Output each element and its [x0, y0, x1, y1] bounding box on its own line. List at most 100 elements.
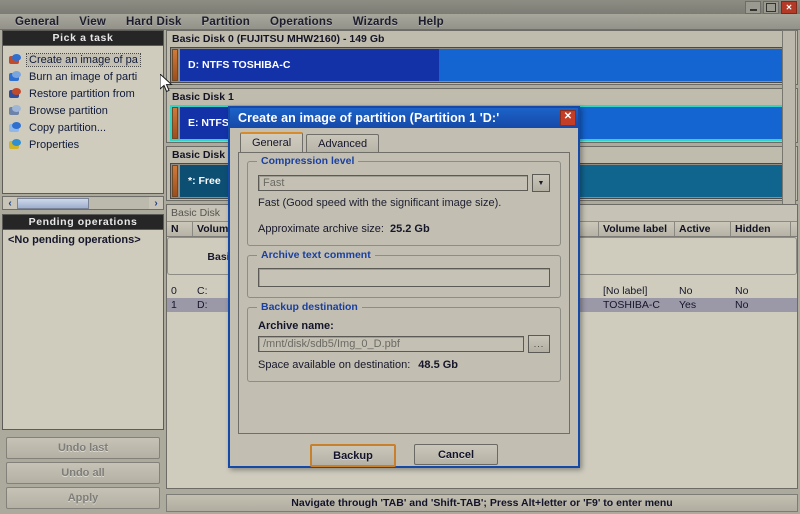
pending-operations-list: <No pending operations> [2, 230, 164, 430]
archive-name-input[interactable]: /mnt/disk/sdb5/Img_0_D.pbf [258, 336, 524, 352]
partition-handle-icon [172, 49, 178, 81]
partition-bar[interactable]: D: NTFS TOSHIBA-C [170, 47, 794, 83]
cell-n: 1 [171, 299, 177, 311]
sidebar-item-restore-partition[interactable]: Restore partition from [7, 85, 160, 102]
task-label: Properties [29, 138, 80, 151]
cell-volume-label: [No label] [603, 285, 648, 297]
compression-level-group: Compression level Fast ▼ Fast (Good spee… [247, 155, 561, 246]
create-image-dialog: Create an image of partition (Partition … [228, 106, 580, 468]
compression-description: Fast (Good speed with the significant im… [258, 197, 502, 209]
archive-size-value: 25.2 Gb [389, 223, 430, 235]
archive-size-label: Approximate archive size: [258, 223, 384, 235]
dialog-titlebar[interactable]: Create an image of partition (Partition … [230, 108, 578, 128]
task-list: Create an image of pa Burn an image of p… [2, 46, 164, 194]
disk-title: Basic Disk 0 (FUJITSU MHW2160) - 149 Gb [172, 33, 385, 45]
compression-level-select[interactable]: Fast [258, 175, 528, 191]
tab-panel-general: Compression level Fast ▼ Fast (Good spee… [238, 152, 570, 434]
scroll-right-icon[interactable]: › [149, 197, 163, 209]
cell-hidden: No [735, 285, 749, 297]
column-header-n[interactable]: N [167, 222, 193, 236]
cell-active: Yes [679, 299, 697, 311]
scroll-thumb[interactable] [17, 197, 89, 209]
space-available-value: 48.5 Gb [418, 359, 459, 371]
archive-comment-legend: Archive text comment [257, 249, 375, 261]
approximate-archive-size: Approximate archive size: 25.2 Gb [258, 223, 550, 235]
space-available-label: Space available on destination: [258, 359, 411, 371]
column-header-volume-label[interactable]: Volume label [599, 222, 675, 236]
space-available: Space available on destination: 48.5 Gb [258, 359, 550, 371]
menu-item-partition[interactable]: Partition [192, 15, 260, 29]
cell-n: 0 [171, 285, 177, 297]
archive-name-label: Archive name: [258, 320, 334, 332]
cell-hidden: No [735, 299, 749, 311]
status-bar: Navigate through 'TAB' and 'Shift-TAB'; … [166, 494, 798, 512]
compression-level-legend: Compression level [257, 155, 359, 167]
menu-item-hard-disk[interactable]: Hard Disk [116, 15, 192, 29]
scroll-left-icon[interactable]: ‹ [3, 197, 17, 209]
menu-item-wizards[interactable]: Wizards [343, 15, 408, 29]
task-label: Burn an image of parti [29, 70, 138, 83]
sidebar-item-burn-image[interactable]: Burn an image of parti [7, 68, 160, 85]
sidebar-item-browse-partition[interactable]: Browse partition [7, 102, 160, 119]
sidebar-item-create-image[interactable]: Create an image of pa [7, 51, 160, 68]
menu-item-help[interactable]: Help [408, 15, 454, 29]
archive-comment-input[interactable] [258, 268, 550, 287]
partition-fill: D: NTFS TOSHIBA-C [180, 49, 792, 81]
partition-handle-icon [172, 107, 178, 139]
dialog-close-icon[interactable]: ✕ [560, 110, 576, 126]
browse-partition-icon [9, 104, 22, 117]
column-header-active[interactable]: Active [675, 222, 731, 236]
task-label: Create an image of pa [26, 52, 141, 67]
pending-operations-empty-text: <No pending operations> [8, 234, 141, 246]
sidebar: Pick a task Create an image of pa Burn a… [2, 30, 164, 514]
menu-item-operations[interactable]: Operations [260, 15, 343, 29]
partition-label: D: NTFS TOSHIBA-C [180, 49, 439, 81]
backup-destination-group: Backup destination Archive name: /mnt/di… [247, 301, 561, 382]
sidebar-horizontal-scrollbar[interactable]: ‹ › [2, 196, 164, 210]
maximize-button[interactable] [763, 1, 779, 14]
undo-all-button[interactable]: Undo all [6, 462, 160, 484]
apply-button[interactable]: Apply [6, 487, 160, 509]
chevron-down-icon[interactable]: ▼ [532, 174, 550, 192]
undo-last-button[interactable]: Undo last [6, 437, 160, 459]
disk-panel-0[interactable]: Basic Disk 0 (FUJITSU MHW2160) - 149 Gb … [166, 30, 798, 85]
copy-partition-icon [9, 121, 22, 134]
archive-comment-group: Archive text comment [247, 249, 561, 298]
task-label: Browse partition [29, 104, 108, 117]
window-titlebar: ✕ [0, 0, 800, 14]
archive-name-field[interactable]: /mnt/disk/sdb5/Img_0_D.pbf ... [258, 335, 550, 353]
menu-bar: General View Hard Disk Partition Operati… [0, 14, 800, 30]
window-controls: ✕ [745, 1, 797, 14]
sidebar-item-properties[interactable]: Properties [7, 136, 160, 153]
pending-operations-panel: Pending operations <No pending operation… [2, 214, 164, 430]
cancel-button[interactable]: Cancel [414, 444, 498, 465]
compression-level-field[interactable]: Fast ▼ [258, 174, 550, 192]
disk-map-vertical-scrollbar[interactable] [782, 30, 796, 216]
browse-button[interactable]: ... [528, 335, 550, 353]
menu-item-view[interactable]: View [69, 15, 116, 29]
minimize-button[interactable] [745, 1, 761, 14]
restore-partition-icon [9, 87, 22, 100]
burn-image-icon [9, 70, 22, 83]
dialog-title: Create an image of partition (Partition … [238, 111, 500, 125]
partition-free-space [438, 49, 792, 81]
sidebar-item-copy-partition[interactable]: Copy partition... [7, 119, 160, 136]
scroll-track[interactable] [17, 197, 149, 209]
backup-button[interactable]: Backup [310, 444, 396, 467]
close-icon[interactable]: ✕ [781, 1, 797, 14]
dialog-tabs: General Advanced [240, 132, 570, 152]
dialog-buttons: Backup Cancel [238, 444, 570, 467]
cell-volume-label: TOSHIBA-C [603, 299, 660, 311]
application-window: ✕ General View Hard Disk Partition Opera… [0, 0, 800, 514]
menu-item-general[interactable]: General [5, 15, 69, 29]
main-body: Pick a task Create an image of pa Burn a… [0, 30, 800, 514]
tab-advanced[interactable]: Advanced [306, 134, 380, 152]
partition-handle-icon [172, 165, 178, 197]
pick-a-task-header: Pick a task [2, 30, 164, 46]
cell-active: No [679, 285, 693, 297]
tab-general[interactable]: General [240, 132, 304, 152]
column-header-hidden[interactable]: Hidden [731, 222, 791, 236]
properties-icon [9, 138, 22, 151]
pending-operations-header: Pending operations [2, 214, 164, 230]
backup-destination-legend: Backup destination [257, 301, 362, 313]
